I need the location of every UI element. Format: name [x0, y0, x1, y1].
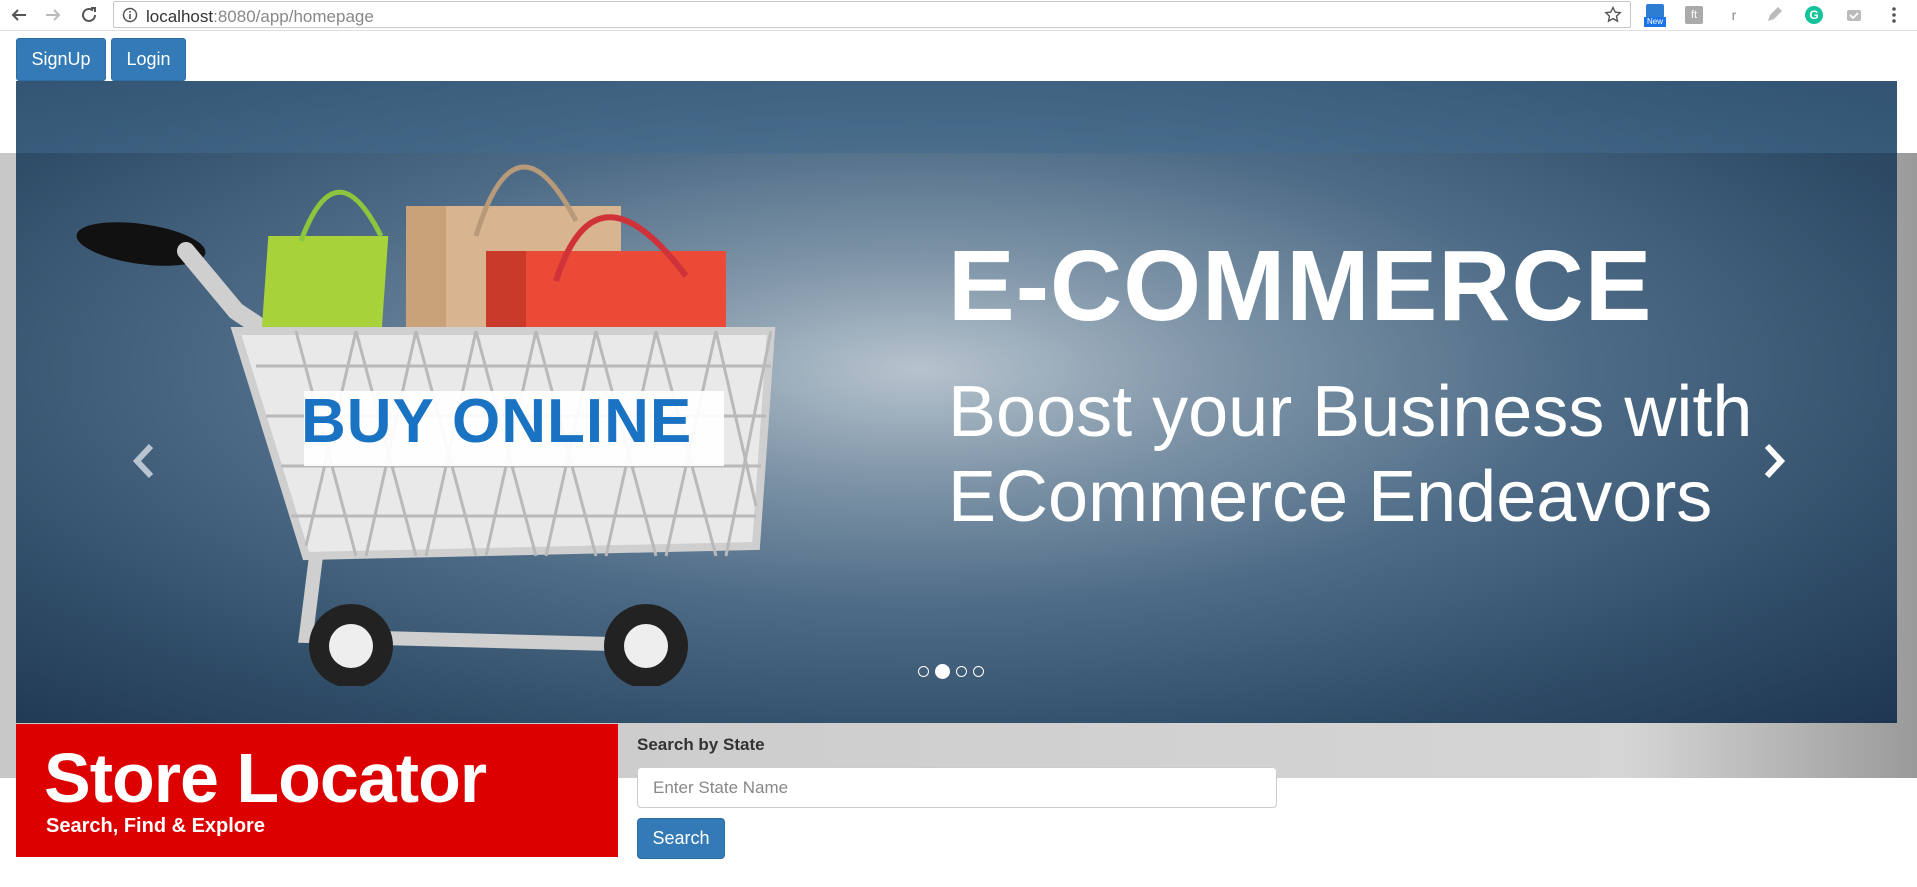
carousel-tagline-line1: Boost your Business with	[948, 372, 1753, 452]
menu-icon[interactable]	[1882, 3, 1906, 27]
search-label: Search by State	[637, 735, 765, 754]
carousel-indicators	[918, 664, 984, 679]
info-icon[interactable]	[122, 7, 138, 28]
cart-label: BUY ONLINE	[301, 387, 693, 456]
new-badge: New	[1644, 17, 1666, 27]
store-locator-subtitle: Search, Find & Explore	[46, 815, 265, 837]
carousel-indicator-4[interactable]	[973, 666, 984, 677]
back-icon[interactable]	[6, 2, 32, 28]
carousel-prev-icon[interactable]	[124, 436, 164, 486]
extension-ft-icon[interactable]: ft	[1682, 3, 1706, 27]
search-button[interactable]: Search	[637, 818, 725, 859]
extension-inbox-icon[interactable]	[1842, 3, 1866, 27]
reload-icon[interactable]	[76, 2, 102, 28]
carousel-next-icon[interactable]	[1754, 436, 1794, 486]
carousel-indicator-3[interactable]	[956, 666, 967, 677]
carousel-indicator-1[interactable]	[918, 666, 929, 677]
store-locator-banner: Store Locator Search, Find & Explore	[16, 724, 618, 857]
store-locator-title: Store Locator	[44, 739, 487, 817]
browser-toolbar: localhost:8080/app/homepage New ft r G	[0, 0, 1917, 31]
extension-r-label: r	[1731, 7, 1737, 23]
forward-icon[interactable]	[40, 2, 66, 28]
url-text: localhost:8080/app/homepage	[146, 7, 374, 26]
grammarly-icon[interactable]: G	[1802, 3, 1826, 27]
carousel-indicator-2[interactable]	[935, 664, 950, 679]
extension-pen-icon[interactable]	[1762, 3, 1786, 27]
signup-button[interactable]: SignUp	[16, 38, 106, 81]
extension-new-icon[interactable]: New	[1643, 3, 1667, 27]
address-bar[interactable]: localhost:8080/app/homepage	[113, 1, 1631, 28]
bookmark-star-icon[interactable]	[1604, 5, 1622, 29]
carousel-tagline-line2: ECommerce Endeavors	[948, 457, 1713, 537]
login-button[interactable]: Login	[111, 38, 186, 81]
extension-r-icon[interactable]: r	[1722, 3, 1746, 27]
hero-carousel: BUY ONLINE E-COMMERCE Boost your Busines…	[16, 81, 1897, 723]
state-search-input[interactable]	[637, 767, 1277, 808]
carousel-headline: E-COMMERCE	[948, 230, 1653, 342]
